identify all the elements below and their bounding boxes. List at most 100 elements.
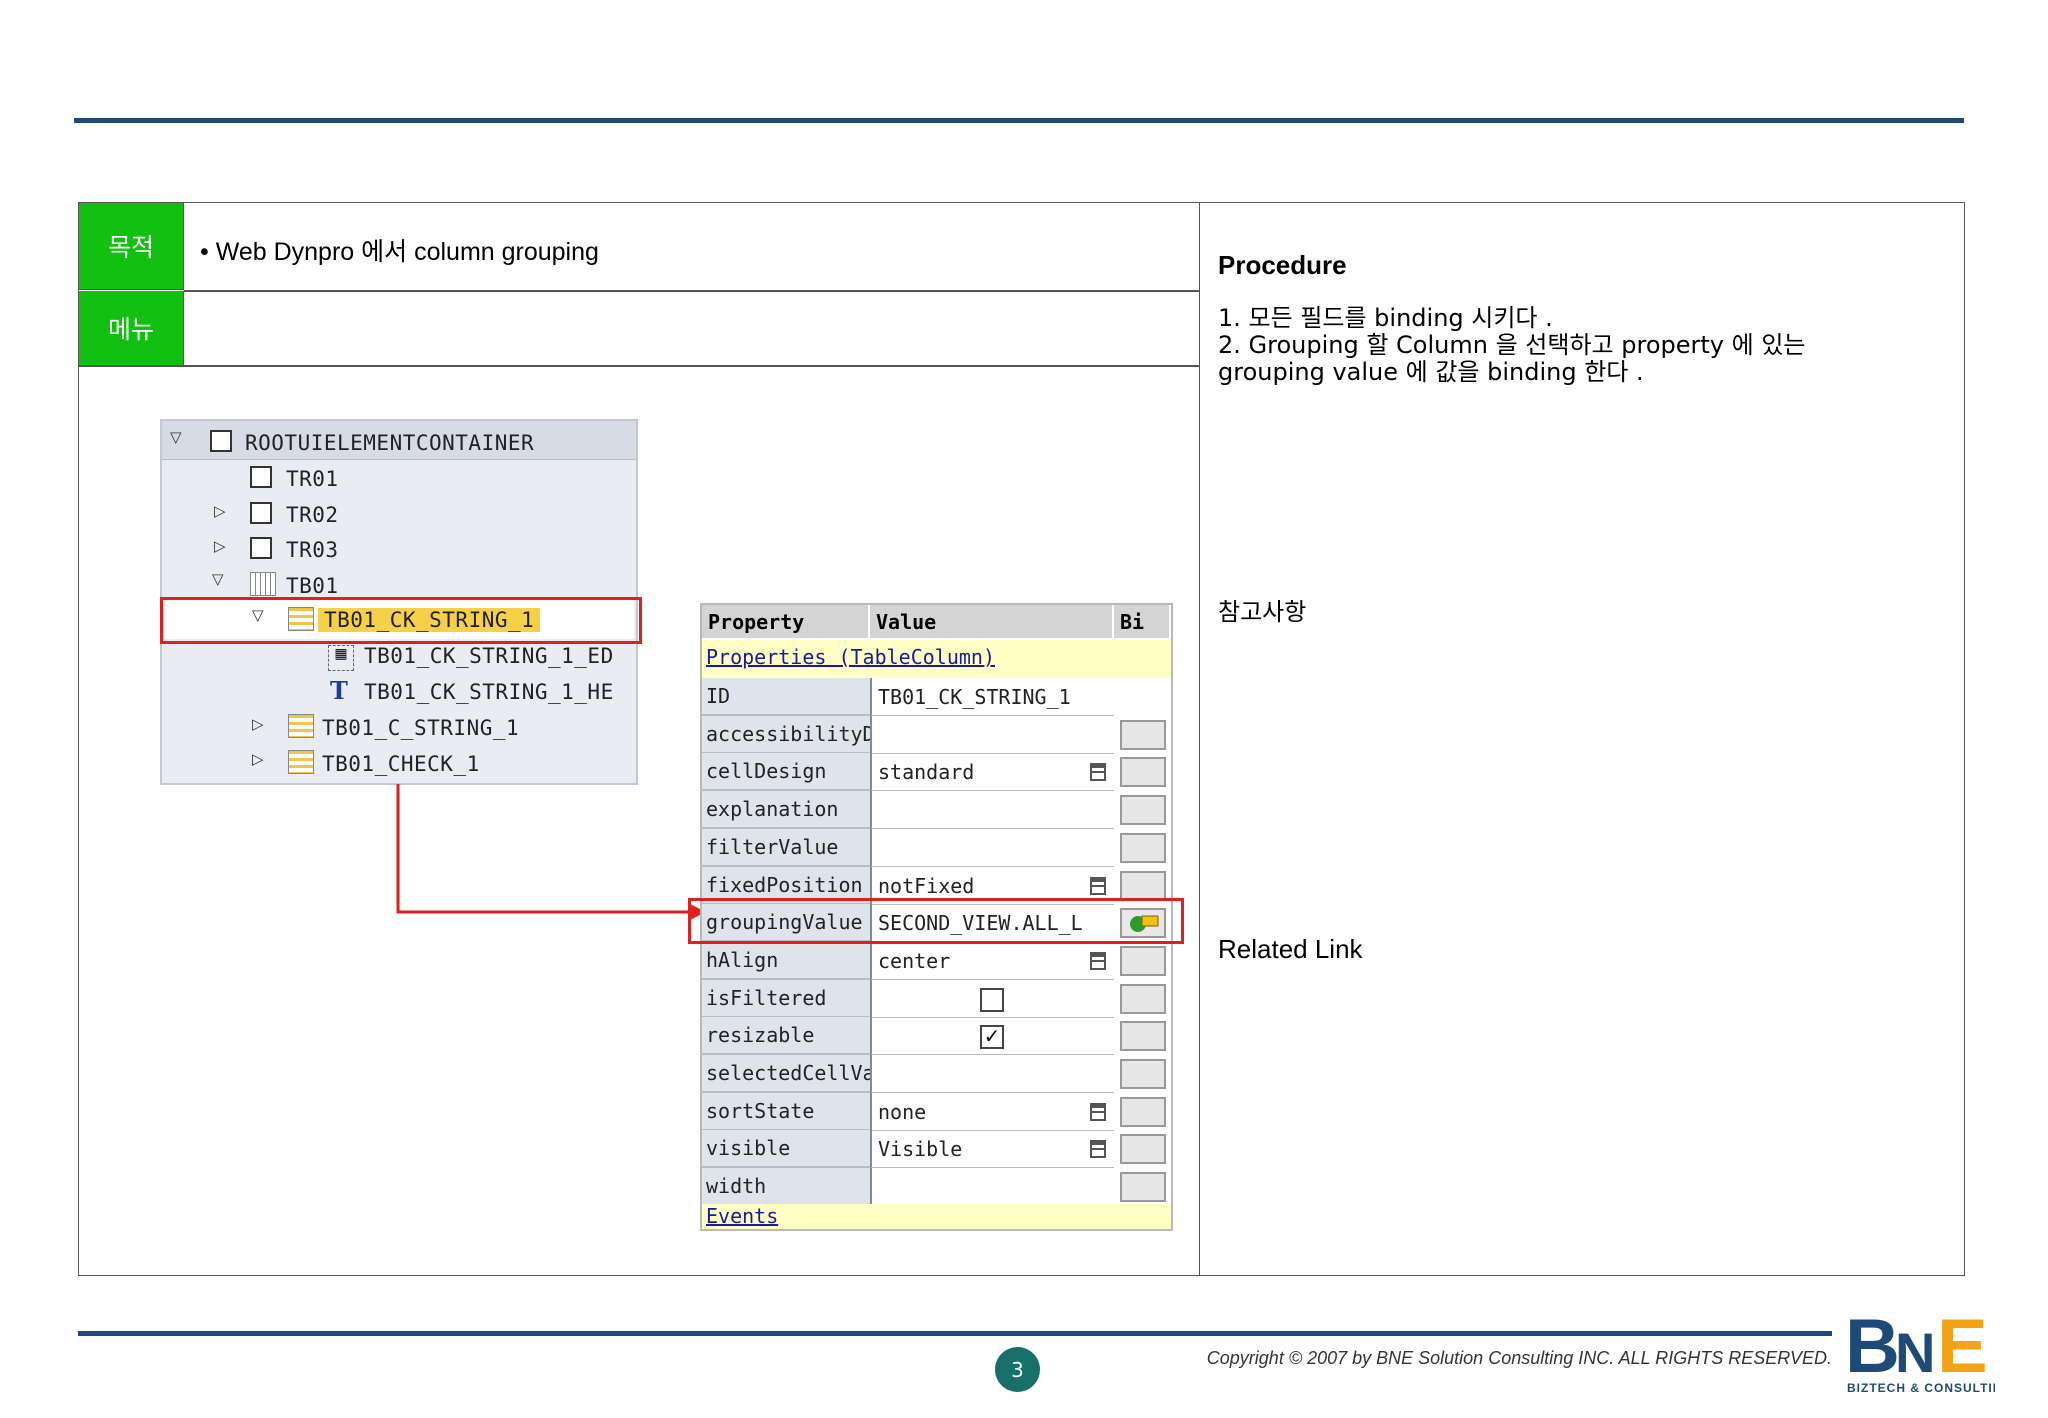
bottom-rule — [78, 1331, 1832, 1336]
property-value-text: standard — [878, 759, 975, 784]
svg-text:E: E — [1937, 1308, 1988, 1389]
property-name: selectedCellVar — [702, 1055, 870, 1093]
table-column-icon — [288, 714, 314, 738]
procedure-title: Procedure — [1218, 250, 1347, 280]
procedure-step: 1. 모든 필드를 binding 시키다 . — [1218, 304, 1553, 332]
dropdown-icon[interactable] — [1090, 877, 1106, 895]
property-name: hAlign — [702, 942, 870, 980]
procedure-step: 2. Grouping 할 Column 을 선택하고 property 에 있… — [1218, 331, 1806, 359]
property-name: cellDesign — [702, 753, 870, 791]
dropdown-icon[interactable] — [1090, 1103, 1106, 1121]
binding-button[interactable] — [1120, 984, 1166, 1014]
menu-label: 메뉴 — [79, 291, 184, 365]
property-value[interactable]: Visible — [870, 1130, 1114, 1168]
highlight-box-grouping — [688, 898, 1184, 944]
connector-arrow — [396, 784, 706, 920]
table-column-icon — [288, 750, 314, 774]
binding-button[interactable] — [1120, 720, 1166, 750]
expand-right-icon[interactable]: ▷ — [214, 537, 226, 555]
property-value-text: TB01_CK_STRING_1 — [878, 684, 1071, 709]
row-divider — [184, 290, 1199, 292]
binding-button[interactable] — [1120, 833, 1166, 863]
col-header-value[interactable]: Value — [870, 605, 1114, 640]
dropdown-icon[interactable] — [1090, 763, 1106, 781]
property-value-text: none — [878, 1099, 927, 1124]
property-value[interactable] — [870, 791, 1114, 829]
page-number: 3 — [995, 1347, 1040, 1392]
binding-button[interactable] — [1120, 1021, 1166, 1051]
property-name: explanation — [702, 791, 870, 829]
tree-root-label[interactable]: ROOTUIELEMENTCONTAINER — [245, 431, 534, 455]
checkbox-unchecked[interactable] — [980, 988, 1004, 1012]
property-value[interactable] — [870, 716, 1114, 754]
binding-button[interactable] — [1120, 1172, 1166, 1202]
binding-button[interactable] — [1120, 1097, 1166, 1127]
dropdown-icon[interactable] — [1090, 952, 1106, 970]
property-value-text: Visible — [878, 1136, 963, 1161]
highlight-box-tree — [160, 597, 642, 644]
property-value[interactable] — [870, 1055, 1114, 1093]
property-value[interactable]: center — [870, 942, 1114, 980]
procedure-step: grouping value 에 값을 binding 한다 . — [1218, 358, 1644, 386]
related-link-title: Related Link — [1218, 934, 1363, 964]
tree-item-tr02[interactable]: TR02 — [286, 503, 339, 527]
property-value-text: notFixed — [878, 873, 975, 898]
property-name: accessibilityDes — [702, 716, 870, 754]
binding-button[interactable] — [1120, 757, 1166, 787]
property-name: sortState — [702, 1093, 870, 1131]
top-rule — [74, 118, 1964, 123]
node-icon — [250, 502, 272, 524]
svg-text:N: N — [1895, 1321, 1935, 1384]
expand-right-icon[interactable]: ▷ — [214, 502, 226, 520]
property-name: resizable — [702, 1017, 870, 1055]
binding-button[interactable] — [1120, 795, 1166, 825]
tree-item-tr03[interactable]: TR03 — [286, 538, 339, 562]
property-name: width — [702, 1168, 870, 1206]
binding-button[interactable] — [1120, 946, 1166, 976]
property-value[interactable]: TB01_CK_STRING_1 — [870, 678, 1114, 716]
binding-button[interactable] — [1120, 1134, 1166, 1164]
property-value[interactable] — [870, 829, 1114, 867]
property-value[interactable] — [870, 1168, 1114, 1206]
tree-item-child[interactable]: TB01_CK_STRING_1_ED — [364, 644, 614, 668]
property-value[interactable]: standard — [870, 753, 1114, 791]
copyright: Copyright © 2007 by BNE Solution Consult… — [1206, 1348, 1832, 1368]
tree-item-sibling[interactable]: TB01_C_STRING_1 — [322, 716, 519, 740]
property-value[interactable]: none — [870, 1093, 1114, 1131]
tree-item-tb01[interactable]: TB01 — [286, 574, 339, 598]
node-icon — [210, 430, 232, 452]
notes-title: 참고사항 — [1218, 598, 1307, 626]
purpose-text: • Web Dynpro 에서 column grouping — [200, 238, 599, 266]
tree-item-child[interactable]: TB01_CK_STRING_1_HE — [364, 680, 614, 704]
cell-editor-icon: ▦ — [328, 645, 354, 671]
property-name: visible — [702, 1130, 870, 1168]
text-icon: T — [330, 676, 348, 705]
properties-section-link[interactable]: Properties (TableColumn) — [706, 645, 995, 669]
col-header-binding[interactable]: Bi — [1114, 605, 1171, 640]
expand-right-icon[interactable]: ▷ — [252, 750, 264, 768]
svg-text:B: B — [1845, 1308, 1900, 1389]
node-icon — [250, 537, 272, 559]
bne-logo-icon: B N E BIZTECH & CONSULTING — [1845, 1304, 2012, 1395]
table-icon — [250, 572, 276, 596]
expand-right-icon[interactable]: ▷ — [252, 715, 264, 733]
col-header-property[interactable]: Property — [702, 605, 870, 640]
binding-button[interactable] — [1120, 871, 1166, 901]
node-icon — [250, 466, 272, 488]
property-name: isFiltered — [702, 980, 870, 1018]
company-logo: B N E BIZTECH & CONSULTING — [1845, 1304, 2012, 1402]
svg-text:BIZTECH & CONSULTING: BIZTECH & CONSULTING — [1847, 1381, 1995, 1395]
property-name: filterValue — [702, 829, 870, 867]
tree-item-sibling[interactable]: TB01_CHECK_1 — [322, 752, 480, 776]
procedure-steps: 1. 모든 필드를 binding 시키다 . 2. Grouping 할 Co… — [1218, 305, 1805, 386]
dropdown-icon[interactable] — [1090, 1140, 1106, 1158]
expand-down-icon[interactable]: ▽ — [212, 570, 224, 588]
property-value-text: center — [878, 948, 951, 973]
checkbox-checked[interactable]: ✓ — [980, 1025, 1004, 1049]
binding-button[interactable] — [1120, 1059, 1166, 1089]
tree-item-tr01[interactable]: TR01 — [286, 467, 339, 491]
header-divider — [79, 365, 1199, 367]
purpose-label: 목적 — [79, 203, 184, 290]
expand-down-icon[interactable]: ▽ — [170, 428, 182, 446]
events-link[interactable]: Events — [706, 1204, 778, 1228]
